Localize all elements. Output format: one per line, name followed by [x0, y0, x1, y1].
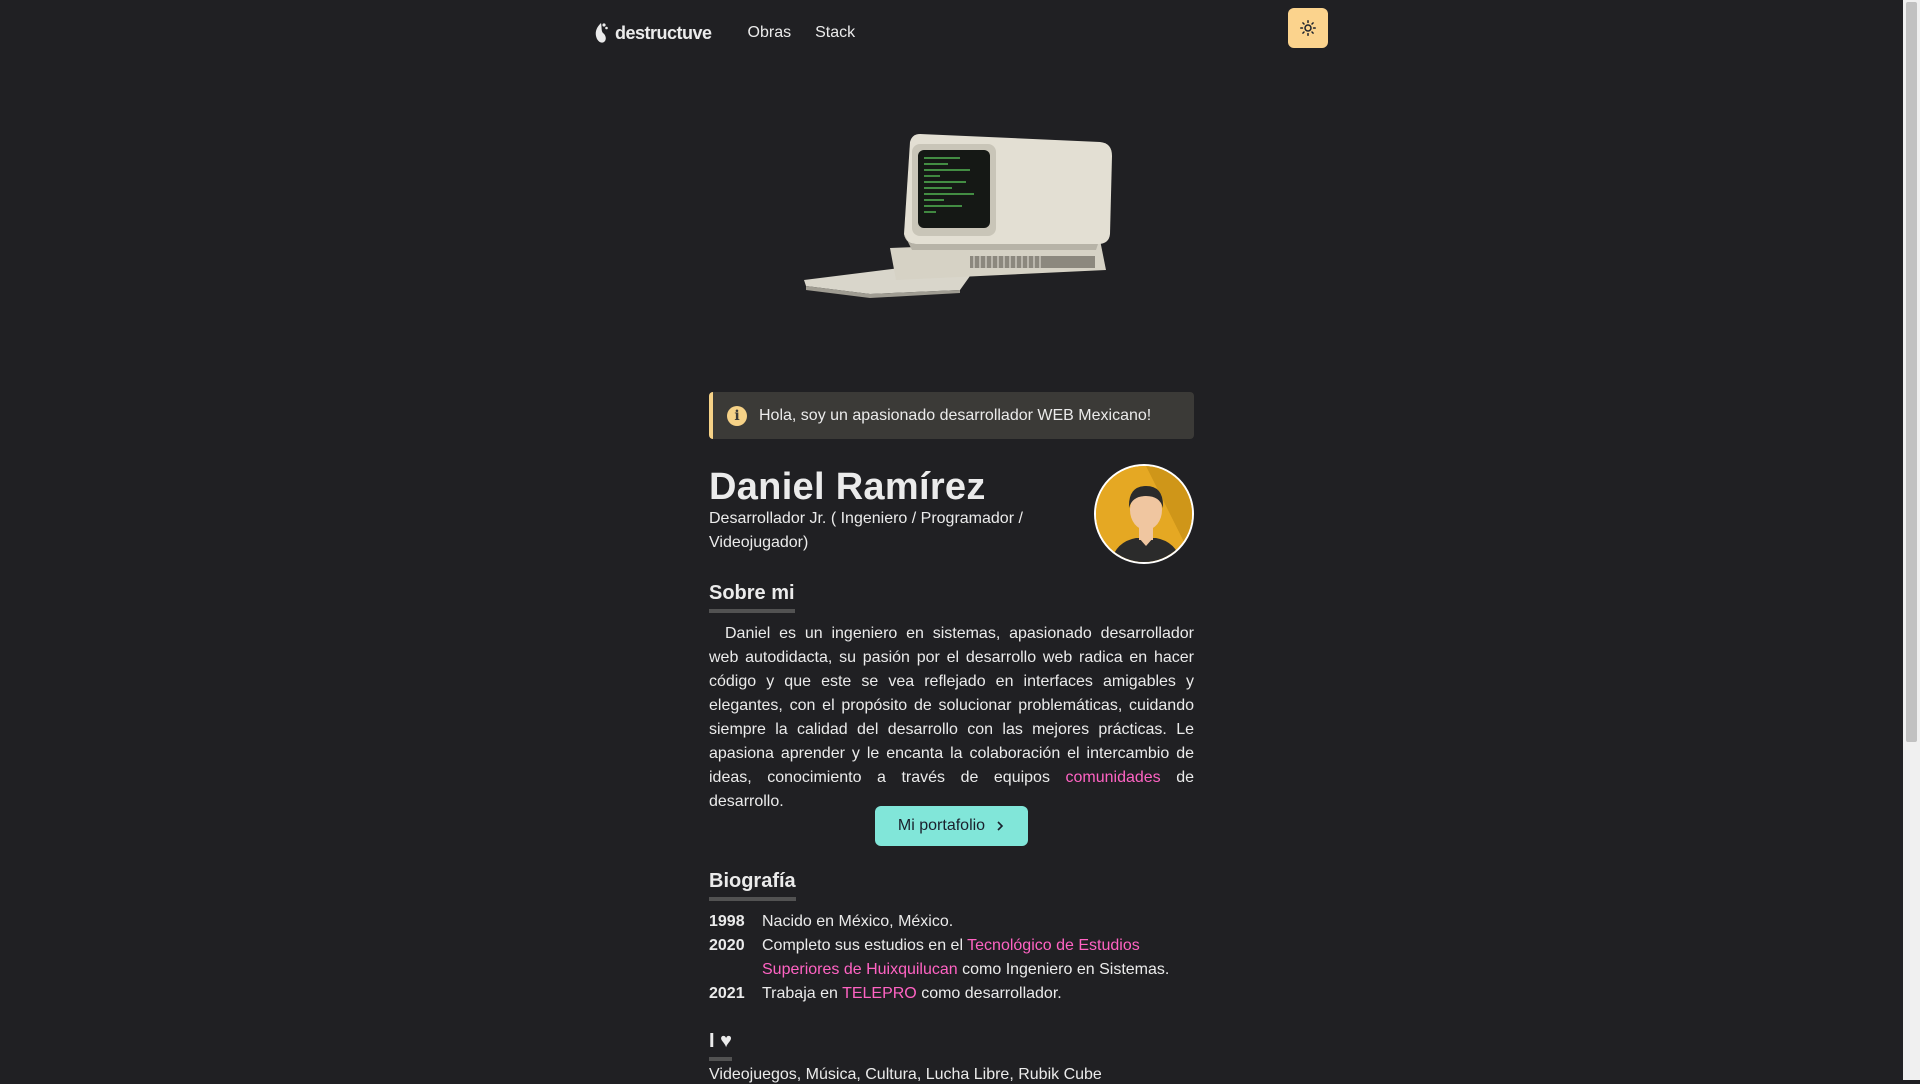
- telepro-link[interactable]: TELEPRO: [842, 985, 917, 1002]
- bio-entry: 2021 Trabaja en TELEPRO como desarrollad…: [709, 982, 1194, 1006]
- sun-icon: [1300, 20, 1316, 36]
- nav-link-obras[interactable]: Obras: [748, 24, 792, 42]
- theme-toggle-button[interactable]: [1288, 8, 1328, 48]
- about-text-before: Daniel es un ingeniero en sistemas, apas…: [709, 625, 1194, 786]
- bio-year: 2021: [709, 985, 745, 1002]
- navbar: destructuve Obras Stack: [593, 8, 1328, 56]
- portfolio-button[interactable]: Mi portafolio: [875, 806, 1028, 846]
- info-icon: i: [727, 405, 747, 426]
- bio-text-before: Trabaja en: [762, 985, 843, 1002]
- bio-text: Nacido en México, México.: [762, 913, 954, 930]
- bio-text-after: como Ingeniero en Sistemas.: [957, 961, 1170, 978]
- avatar: [1094, 464, 1194, 564]
- person-avatar-icon: [1096, 466, 1192, 562]
- biography-title: Biografía: [709, 870, 796, 901]
- profile-role: Desarrollador Jr. ( Ingeniero / Programa…: [709, 510, 1023, 551]
- footprint-icon: [595, 23, 608, 43]
- bio-text-after: como desarrollador.: [916, 985, 1062, 1002]
- about-paragraph: Daniel es un ingeniero en sistemas, apas…: [709, 622, 1194, 814]
- alert-text: Hola, soy un apasionado desarrollador WE…: [759, 406, 1152, 424]
- intro-alert: i Hola, soy un apasionado desarrollador …: [709, 392, 1194, 439]
- about-section: Sobre mi: [709, 582, 1194, 613]
- bio-text: Completo sus estudios en el Tecnológico …: [762, 934, 1182, 982]
- portfolio-button-label: Mi portafolio: [897, 817, 986, 834]
- nav-link-stack[interactable]: Stack: [815, 24, 855, 42]
- biography-list: 1998 Nacido en México, México. 2020 Comp…: [709, 910, 1194, 1006]
- bio-text-before: Completo sus estudios en el: [762, 937, 968, 954]
- chevron-right-icon: [997, 821, 1004, 831]
- love-section: I ♥: [709, 1030, 1194, 1061]
- bio-entry: 1998 Nacido en México, México.: [709, 910, 1194, 934]
- page-scrollbar[interactable]: [1903, 0, 1920, 1080]
- bio-text: Trabaja en TELEPRO como desarrollador.: [762, 982, 1062, 1006]
- about-title: Sobre mi: [709, 582, 795, 613]
- bio-year: 2020: [709, 937, 745, 954]
- bio-year: 1998: [709, 913, 745, 930]
- love-title: I ♥: [709, 1030, 732, 1061]
- communities-link[interactable]: comunidades: [1066, 769, 1161, 786]
- scrollbar-thumb[interactable]: [1906, 2, 1917, 742]
- bio-entry: 2020 Completo sus estudios en el Tecnoló…: [709, 934, 1194, 982]
- logo[interactable]: destructuve: [593, 21, 712, 45]
- biography-section: Biografía: [709, 870, 1194, 901]
- logo-text: destructuve: [615, 22, 712, 43]
- love-text: Videojuegos, Música, Cultura, Lucha Libr…: [709, 1066, 1102, 1083]
- retro-computer-illustration: [804, 134, 1112, 298]
